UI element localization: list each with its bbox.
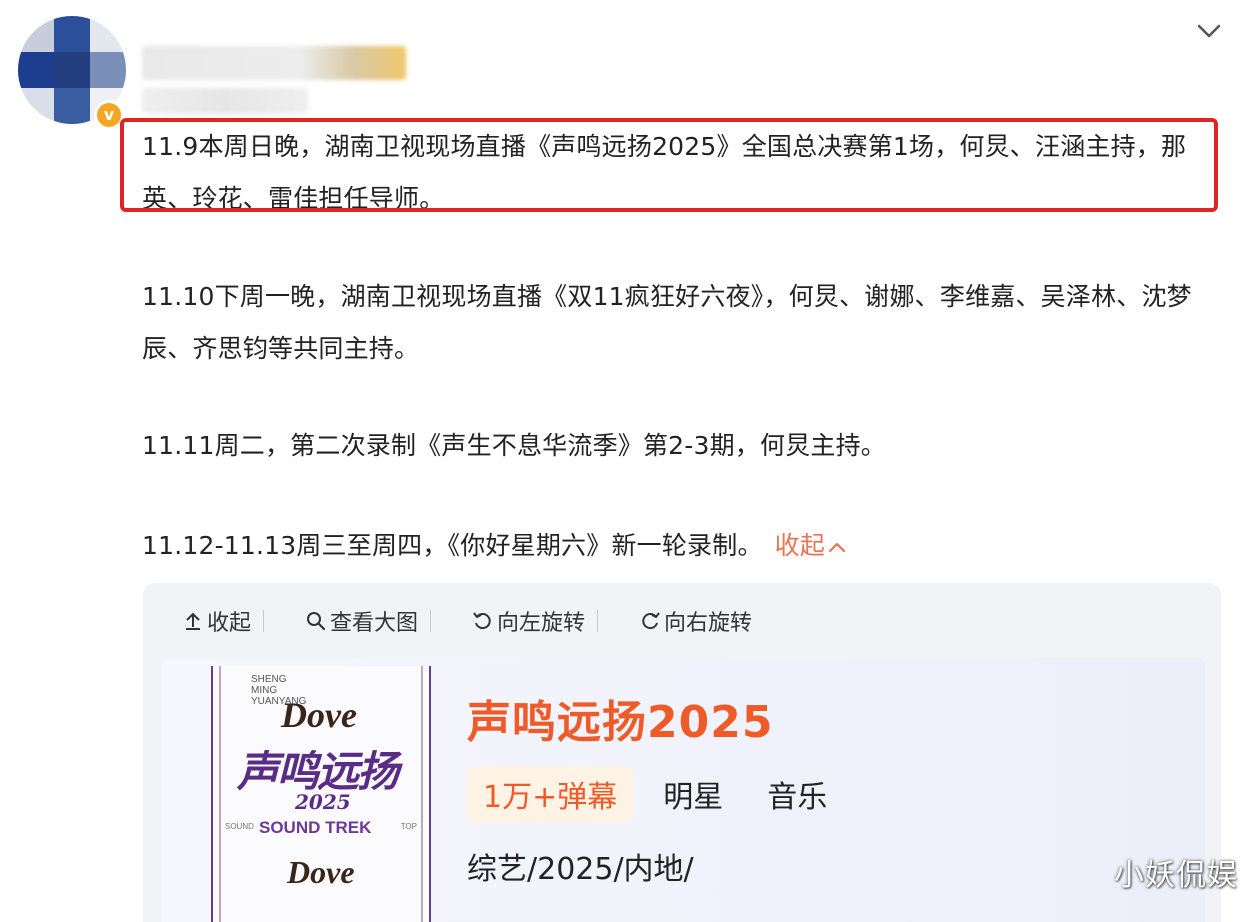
collapse-image-button[interactable]: 收起	[143, 601, 263, 641]
watermark: 小妖侃娱	[1114, 858, 1238, 893]
post-paragraph-2: 11.10下周一晚，湖南卫视现场直播《双11疯狂好六夜》，何炅、谢娜、李维嘉、吴…	[142, 282, 1192, 363]
chevron-down-icon[interactable]	[1192, 14, 1226, 48]
arrow-up-icon	[181, 609, 205, 633]
show-poster[interactable]: SHENG MING YUANYANG Dove 声鸣远扬 2025 SOUND…	[211, 666, 431, 922]
image-toolbar: 收起 查看大图 向左旋转 向右旋转	[143, 601, 764, 641]
poster-brand-logo-bottom: Dove	[287, 854, 355, 890]
author-name-blurred[interactable]	[142, 46, 406, 80]
poster-subtitle: SOUND TREK	[259, 818, 372, 837]
poster-border	[219, 666, 221, 922]
chevron-up-icon	[828, 542, 846, 553]
post-paragraph-3: 11.11周二，第二次录制《声生不息华流季》第2-3期，何炅主持。	[142, 431, 887, 460]
post-paragraph-4-text: 11.12-11.13周三至周四，《你好星期六》新一轮录制。	[142, 531, 763, 560]
poster-side-left: SOUND	[225, 822, 254, 831]
post-paragraph-4: 11.12-11.13周三至周四，《你好星期六》新一轮录制。 收起	[142, 520, 1212, 572]
poster-border	[421, 666, 423, 922]
post-paragraph-1: 11.9本周日晚，湖南卫视现场直播《声鸣远扬2025》全国总决赛第1场，何炅、汪…	[142, 132, 1187, 213]
post-meta-blurred	[142, 88, 308, 114]
rotate-left-icon	[471, 609, 495, 633]
rotate-left-label: 向左旋转	[497, 611, 586, 636]
search-icon	[304, 609, 328, 633]
show-info-panel[interactable]: SHENG MING YUANYANG Dove 声鸣远扬 2025 SOUND…	[161, 658, 1205, 922]
view-large-button[interactable]: 查看大图	[264, 601, 430, 641]
verified-badge-icon: v	[94, 100, 124, 130]
rotate-left-button[interactable]: 向左旋转	[431, 601, 597, 641]
image-preview-card: 收起 查看大图 向左旋转 向右旋转 SHENG MING YUANYANG Do…	[143, 583, 1221, 922]
tag-music[interactable]: 音乐	[753, 766, 841, 822]
collapse-text-label: 收起	[774, 531, 826, 560]
rotate-right-icon	[638, 609, 662, 633]
poster-border	[429, 666, 431, 922]
danmu-count-tag[interactable]: 1万+弹幕	[467, 766, 634, 822]
poster-side-right: TOP	[400, 822, 417, 831]
collapse-text-link[interactable]: 收起	[775, 531, 847, 560]
show-meta-info: 综艺/2025/内地/	[467, 852, 694, 887]
poster-year: 2025	[295, 790, 351, 814]
show-tags: 1万+弹幕 明星 音乐	[467, 766, 857, 822]
poster-small-line-1: SHENG	[251, 674, 287, 685]
tag-star[interactable]: 明星	[649, 766, 737, 822]
poster-border	[211, 666, 213, 922]
show-title[interactable]: 声鸣远扬2025	[467, 686, 773, 750]
view-large-label: 查看大图	[330, 611, 419, 636]
collapse-image-label: 收起	[207, 611, 252, 636]
poster-brand-logo: Dove	[281, 695, 357, 735]
rotate-right-button[interactable]: 向右旋转	[598, 601, 764, 641]
rotate-right-label: 向右旋转	[664, 611, 753, 636]
